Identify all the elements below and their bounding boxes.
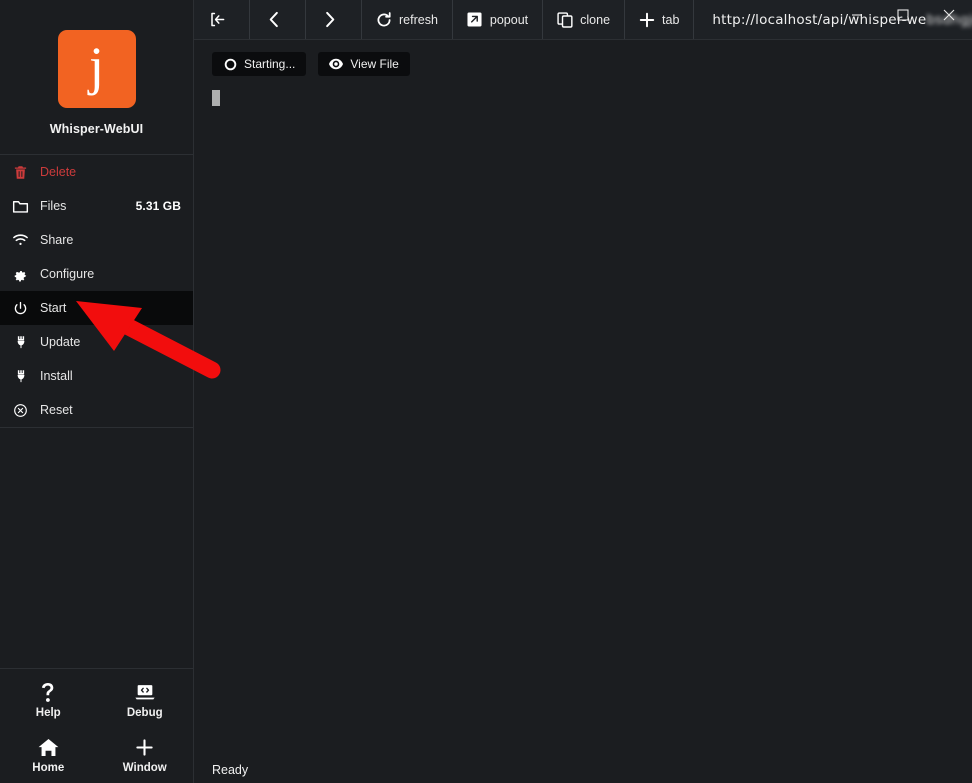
nav-cell-home[interactable]: Home (0, 728, 97, 783)
refresh-icon (376, 11, 392, 28)
close-icon (943, 9, 955, 21)
minimize-icon (851, 9, 863, 21)
chevron-left-icon (266, 11, 282, 28)
eye-icon (329, 57, 344, 71)
bottom-nav-grid: Help Debug Home Window (0, 673, 193, 783)
sidebar-item-delete[interactable]: Delete (0, 155, 193, 189)
window-controls (834, 0, 972, 30)
plug-icon (12, 368, 29, 385)
question-mark-icon (37, 682, 59, 702)
main-panel: refresh popout clone tab http://localhos… (194, 0, 972, 783)
clone-icon (557, 11, 573, 28)
sidebar-item-label: Start (40, 301, 67, 315)
toolbar-clone-button[interactable]: clone (543, 0, 626, 39)
view-file-button[interactable]: View File (318, 52, 410, 76)
browser-toolbar: refresh popout clone tab http://localhos… (194, 0, 972, 40)
nav-cell-label: Help (35, 707, 61, 719)
action-button-label: View File (350, 57, 399, 71)
sidebar-item-label: Install (40, 369, 73, 383)
plus-icon (639, 12, 655, 28)
popout-icon (467, 12, 483, 28)
sidebar-item-label: Reset (40, 403, 73, 417)
trash-icon (12, 164, 29, 181)
plug-icon (12, 334, 29, 351)
toolbar-back-button[interactable] (250, 0, 306, 39)
status-text: Ready (212, 763, 249, 777)
toolbar-button-label: popout (489, 12, 529, 27)
sidebar-item-update[interactable]: Update (0, 325, 193, 359)
app-header: j Whisper-WebUI (0, 0, 193, 155)
action-bar: Starting... View File (194, 40, 972, 76)
app-window: j Whisper-WebUI Delete Files 5.31 GB Sha… (0, 0, 972, 783)
console-caret (212, 90, 220, 106)
sidebar-bottom-nav: Help Debug Home Window (0, 668, 193, 783)
console-output-area[interactable] (194, 76, 972, 757)
app-title: Whisper-WebUI (49, 122, 144, 136)
sidebar-item-reset[interactable]: Reset (0, 393, 193, 427)
sidebar-item-label: Delete (40, 165, 77, 179)
spinner-icon (223, 57, 237, 71)
nav-cell-label: Home (32, 762, 65, 774)
window-close-button[interactable] (926, 0, 972, 30)
toolbar-button-label: refresh (399, 12, 438, 27)
sidebar: j Whisper-WebUI Delete Files 5.31 GB Sha… (0, 0, 194, 783)
sidebar-item-share[interactable]: Share (0, 223, 193, 257)
toolbar-button-label: tab (662, 12, 680, 27)
sidebar-item-install[interactable]: Install (0, 359, 193, 393)
nav-cell-label: Window (122, 762, 167, 774)
nav-cell-help[interactable]: Help (0, 673, 97, 728)
nav-cell-debug[interactable]: Debug (97, 673, 194, 728)
nav-cell-window[interactable]: Window (97, 728, 194, 783)
power-icon (12, 300, 29, 317)
sidebar-item-label: Configure (40, 267, 95, 281)
window-maximize-button[interactable] (880, 0, 926, 30)
toolbar-exit-button[interactable] (194, 0, 250, 39)
status-bar: Ready (194, 757, 972, 783)
sidebar-item-label: Files (40, 199, 67, 213)
window-minimize-button[interactable] (834, 0, 880, 30)
app-logo-icon: j (57, 30, 136, 108)
maximize-icon (897, 9, 909, 21)
circle-x-icon (12, 402, 29, 419)
starting-status-button[interactable]: Starting... (212, 52, 307, 76)
wifi-icon (12, 232, 29, 249)
toolbar-popout-button[interactable]: popout (453, 0, 544, 39)
chevron-right-icon (322, 11, 338, 28)
action-button-label: Starting... (244, 57, 296, 71)
gear-icon (12, 266, 29, 283)
nav-cell-label: Debug (126, 707, 163, 719)
sidebar-menu: Delete Files 5.31 GB Share Configure Sta… (0, 155, 193, 428)
plus-icon (134, 737, 156, 757)
toolbar-tab-button[interactable]: tab (625, 0, 695, 39)
home-icon (37, 737, 59, 757)
sidebar-item-label: Update (40, 335, 81, 349)
sidebar-item-label: Share (40, 233, 74, 247)
sidebar-item-files[interactable]: Files 5.31 GB (0, 189, 193, 223)
toolbar-forward-button[interactable] (306, 0, 362, 39)
sidebar-item-configure[interactable]: Configure (0, 257, 193, 291)
toolbar-refresh-button[interactable]: refresh (362, 0, 453, 39)
folder-icon (12, 198, 29, 215)
toolbar-button-label: clone (580, 12, 611, 27)
exit-arrow-icon (210, 12, 226, 28)
sidebar-item-start[interactable]: Start (0, 291, 193, 325)
sidebar-item-meta: 5.31 GB (135, 199, 181, 213)
laptop-code-icon (134, 682, 156, 702)
